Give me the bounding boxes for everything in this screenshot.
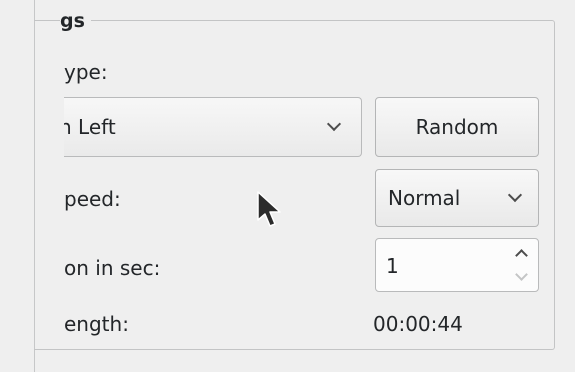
settings-group-title: gs	[60, 10, 91, 32]
speed-label: peed:	[64, 185, 184, 213]
length-label: ength:	[64, 310, 184, 338]
duration-spinbox-value: 1	[386, 254, 399, 278]
speed-combobox-value: Normal	[388, 186, 461, 210]
length-label-text: ength:	[64, 312, 129, 336]
duration-label: on in sec:	[64, 254, 214, 282]
duration-spinbox[interactable]: 1	[375, 238, 539, 292]
speed-label-text: peed:	[64, 187, 121, 211]
speed-combobox[interactable]: Normal	[375, 169, 539, 227]
chevron-down-icon	[326, 116, 342, 132]
chevron-up-icon[interactable]	[515, 249, 528, 262]
chevron-down-icon	[507, 187, 523, 203]
type-combobox-value: n Left	[64, 115, 116, 139]
window-edge	[0, 0, 14, 372]
type-label-text: ype:	[64, 60, 108, 84]
random-button[interactable]: Random	[375, 97, 539, 157]
type-combobox[interactable]: n Left	[64, 97, 362, 157]
chevron-down-icon[interactable]	[515, 268, 528, 281]
mouse-pointer-icon	[257, 191, 281, 227]
settings-panel: gs ype: n Left Random peed: Normal on in…	[0, 0, 575, 372]
length-value: 00:00:44	[373, 312, 463, 336]
type-label: ype:	[64, 58, 184, 86]
duration-label-text: on in sec:	[64, 256, 161, 280]
